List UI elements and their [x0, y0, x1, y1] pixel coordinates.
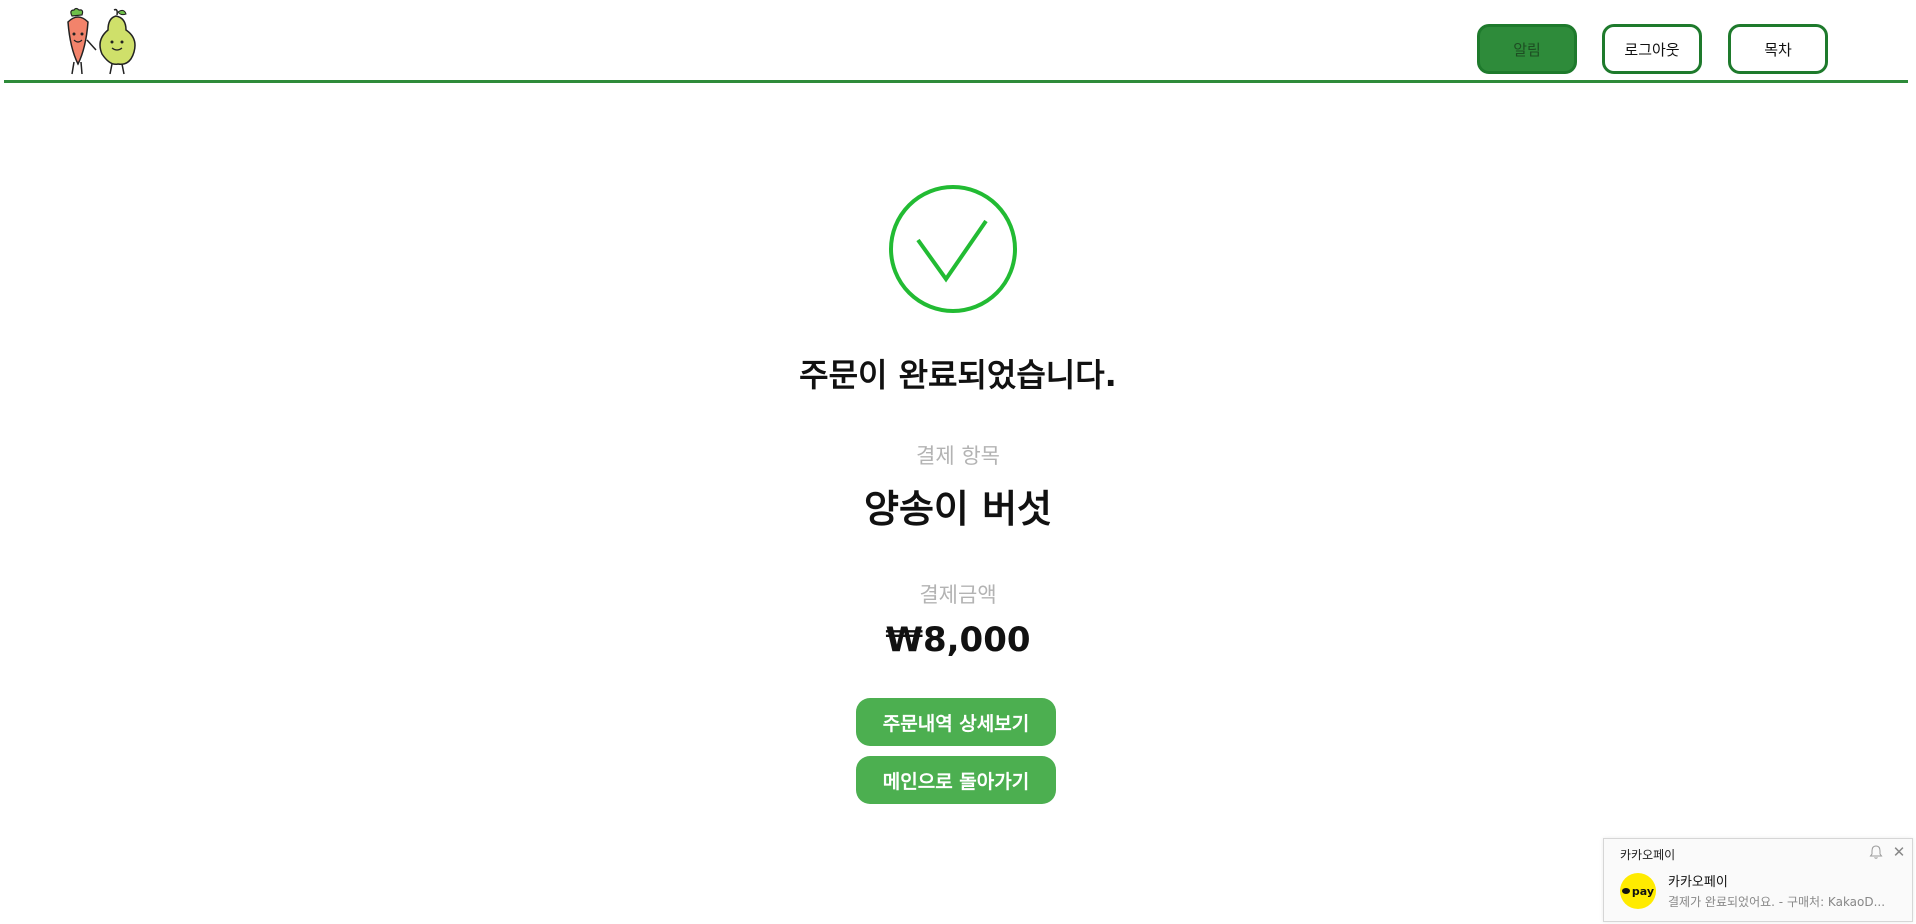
back-to-main-button[interactable]: 메인으로 돌아가기	[856, 756, 1056, 804]
toc-button[interactable]: 목차	[1728, 24, 1828, 74]
header-divider	[4, 80, 1908, 83]
carrot-and-pear-logo[interactable]	[60, 6, 138, 78]
toast-app-name: 카카오페이	[1620, 848, 1676, 862]
order-complete-page: 알림 로그아웃 목차 주문이 완료되었습니다. 결제 항목 양송이 버섯 결제금…	[0, 0, 1916, 924]
logout-button[interactable]: 로그아웃	[1602, 24, 1702, 74]
alarm-button[interactable]: 알림	[1477, 24, 1577, 74]
header: 알림 로그아웃 목차	[0, 0, 1916, 84]
notification-toast[interactable]: 카카오페이 ✕ pay 카카오페이 결제가 완료되었어요. - 구매처: Kak…	[1603, 838, 1913, 922]
kakaopay-icon: pay	[1620, 873, 1656, 909]
toast-sender: 카카오페이	[1668, 875, 1728, 890]
page-title: 주문이 완료되었습니다.	[799, 356, 1117, 394]
toast-message: 결제가 완료되었어요. - 구매처: KakaoD...	[1668, 895, 1886, 909]
payment-amount-label: 결제금액	[919, 583, 997, 607]
payment-item-label: 결제 항목	[916, 444, 1000, 468]
close-icon[interactable]: ✕	[1890, 843, 1908, 861]
payment-amount-value: ₩8,000	[885, 620, 1031, 660]
payment-item-value: 양송이 버섯	[863, 487, 1053, 531]
kakaopay-icon-text: pay	[1631, 884, 1655, 898]
bell-icon[interactable]	[1868, 844, 1884, 860]
order-detail-button[interactable]: 주문내역 상세보기	[856, 698, 1056, 746]
speech-dot	[1621, 888, 1630, 894]
check-circle-icon	[889, 185, 1017, 313]
